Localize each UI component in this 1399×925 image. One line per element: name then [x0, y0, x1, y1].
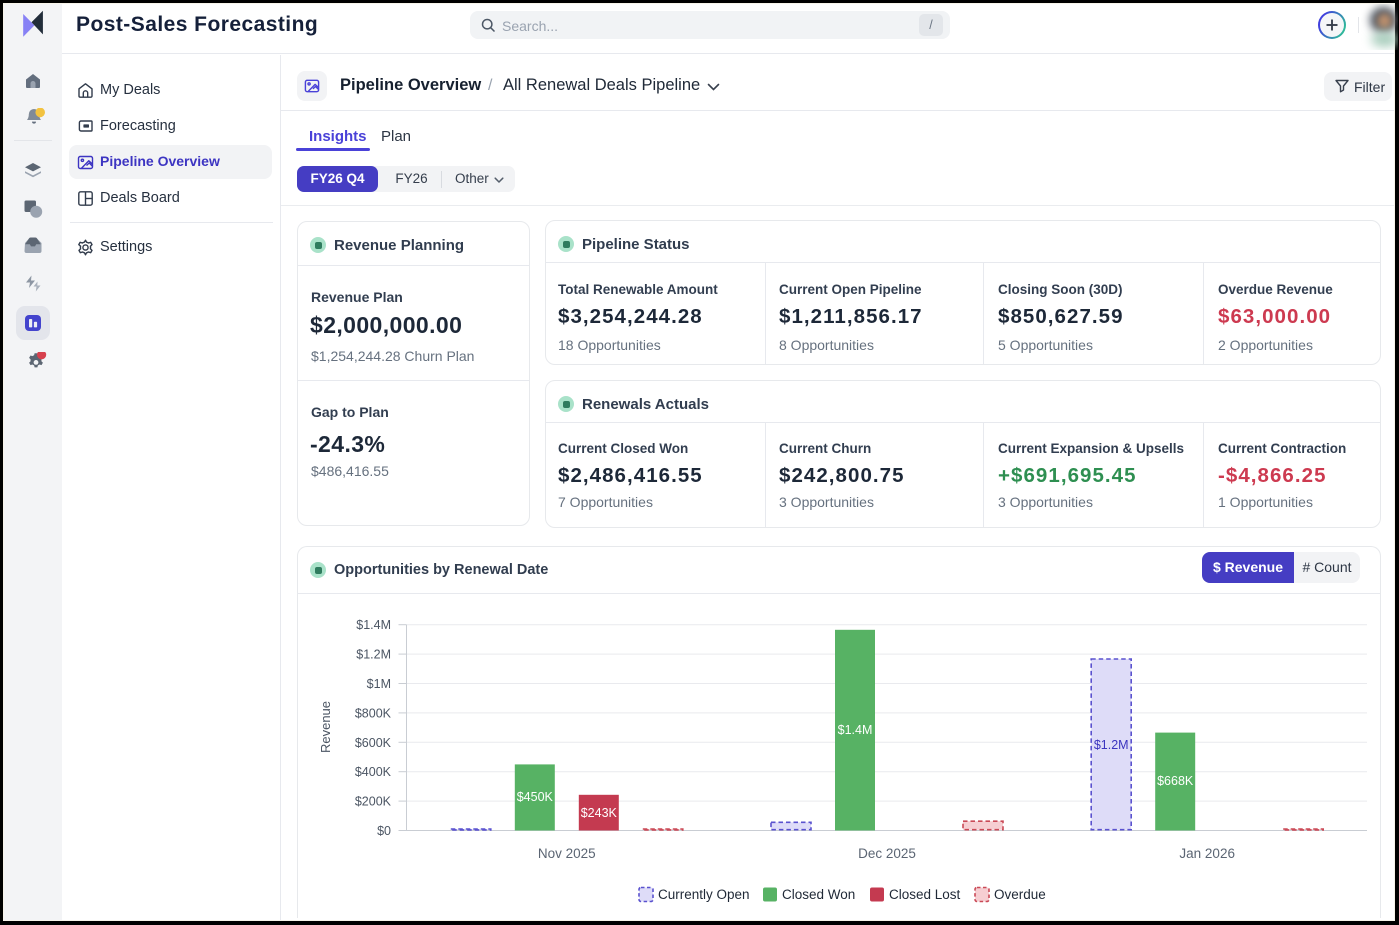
svg-text:$450K: $450K	[517, 790, 554, 804]
svg-text:$600K: $600K	[355, 736, 392, 750]
svg-text:$1.4M: $1.4M	[356, 618, 391, 632]
svg-text:$0: $0	[377, 824, 391, 838]
svg-text:$1.4M: $1.4M	[838, 723, 873, 737]
svg-text:$800K: $800K	[355, 706, 392, 720]
svg-text:Revenue: Revenue	[318, 701, 333, 753]
svg-text:$1.2M: $1.2M	[1094, 738, 1129, 752]
svg-text:$1.2M: $1.2M	[356, 648, 391, 662]
svg-text:Closed Lost: Closed Lost	[889, 887, 961, 902]
svg-text:Overdue: Overdue	[994, 887, 1046, 902]
svg-text:Jan 2026: Jan 2026	[1179, 846, 1235, 861]
svg-text:Closed Won: Closed Won	[782, 887, 855, 902]
svg-text:$1M: $1M	[367, 677, 391, 691]
svg-text:Currently Open: Currently Open	[658, 887, 750, 902]
svg-text:$400K: $400K	[355, 765, 392, 779]
svg-text:Nov 2025: Nov 2025	[538, 846, 596, 861]
svg-text:$200K: $200K	[355, 795, 392, 809]
svg-text:Dec 2025: Dec 2025	[858, 846, 916, 861]
svg-text:$243K: $243K	[581, 806, 618, 820]
svg-text:$668K: $668K	[1157, 774, 1194, 788]
